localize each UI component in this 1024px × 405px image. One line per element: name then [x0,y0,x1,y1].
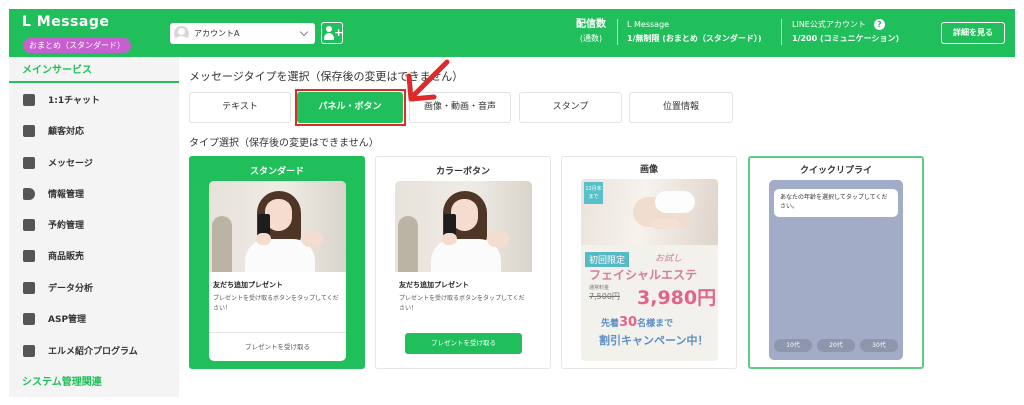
brand[interactable]: L Message おまとめ（スタンダード） [22,14,131,53]
sidebar-item-label: 1:1チャット [48,96,101,106]
preview-photo [209,181,346,272]
promo-poster: 12月末まで 初回限定 お試し フェイシャルエステ 通常料金 7,500円 3,… [581,179,718,361]
delivery-sub: (通数) [579,34,603,43]
sidebar-item-customer[interactable]: 顧客対応 [9,115,179,146]
sidebar-item-reservation[interactable]: 予約管理 [9,209,179,240]
plan-value: 1/無制限 (おまとめ（スタンダード）) [627,34,762,43]
sidebar-item-sales[interactable]: 商品販売 [9,240,179,271]
quick-reply-preview: あなたの年齢を選択してタップしてください。 10代 20代 30代 [769,180,903,360]
cart-icon [23,249,35,262]
plus-icon: + [334,26,344,39]
card-color-button[interactable]: カラーボタン 友だち追加プレゼント プレゼントを受け取るボタンをタップしてくださ… [375,156,551,369]
sidebar-item-analytics[interactable]: データ分析 [9,272,179,303]
sidebar-item-message[interactable]: メッセージ [9,147,179,178]
tab-location[interactable]: 位置情報 [629,92,733,123]
card-title: 画像 [639,165,658,175]
card-standard[interactable]: スタンダード 友だち追加プレゼント プレゼントを受け取るボタンをタップしてくださ… [189,156,365,369]
divider [617,19,618,45]
sidebar-item-chat[interactable]: 1:1チャット [9,84,179,115]
card-preview: 友だち追加プレゼント プレゼントを受け取るボタンをタップしてください！ プレゼン… [395,181,532,361]
delivery-stat: 配信数 (通数) [576,18,606,46]
highlight-box [295,89,406,126]
brand-title: L Message [22,14,110,30]
tab-stamp[interactable]: スタンプ [519,92,622,123]
sidebar-item-referral[interactable]: エルメ紹介プログラム [9,335,179,366]
chart-icon [23,281,35,294]
asp-icon [23,312,35,325]
account-name: アカウントA [194,29,240,38]
quick-reply-chip: 20代 [817,339,855,352]
quick-reply-chip: 10代 [774,339,812,352]
poster-regular-label: 通常料金 [589,285,610,291]
plan-stat: L Message 1/無制限 (おまとめ（スタンダード）) [627,18,762,46]
type-select-title: タイプ選択（保存後の変更はできません） [189,138,379,149]
chat-icon [23,93,35,106]
app-header: L Message おまとめ（スタンダード） アカウントA + 配信数 (通数)… [9,9,1015,57]
main-content: メッセージタイプを選択（保存後の変更はできません） テキスト パネル・ボタン 画… [179,57,1024,405]
line-value: 1/200 (コミュニケーション) [792,34,900,43]
preview-title: 友だち追加プレゼント [399,281,469,289]
sidebar-item-label: ASP管理 [48,315,87,325]
account-select[interactable]: アカウントA [170,23,315,44]
detail-button[interactable]: 詳細を見る [941,22,1005,44]
card-preview: 友だち追加プレゼント プレゼントを受け取るボタンをタップしてください！ プレゼン… [209,181,346,361]
plan-badge: おまとめ（スタンダード） [23,38,131,53]
card-title: スタンダード [249,167,304,177]
preview-button: プレゼントを受け取る [245,343,310,351]
poster-campaign: 割引キャンペーン中！ [599,334,709,347]
help-icon[interactable]: ? [873,19,885,30]
preview-photo [395,181,532,272]
sidebar-item-label: メッセージ [48,159,93,169]
poster-limited: 初回限定 [585,252,630,267]
card-image[interactable]: 画像 12月末まで 初回限定 お試し フェイシャルエステ 通常料金 7,500円… [561,156,737,369]
divider [781,19,782,45]
line-stat: LINE公式アカウント? 1/200 (コミュニケーション) [792,18,899,46]
card-title: カラーボタン [435,167,490,177]
preview-desc: プレゼントを受け取るボタンをタップしてください！ [399,295,525,312]
preview-title: 友だち追加プレゼント [213,281,283,289]
message-icon [23,156,35,169]
user-icon [326,26,332,32]
sidebar-item-label: 顧客対応 [48,127,85,137]
sidebar-item-asp[interactable]: ASP管理 [9,303,179,334]
chevron-down-icon [299,27,309,37]
sidebar-section-system: システム管理関連 [22,377,102,388]
sidebar-item-label: 予約管理 [48,221,85,231]
sidebar-section-main: メインサービス [9,61,179,83]
delivery-label: 配信数 [576,19,606,30]
line-label: LINE公式アカウント [792,20,866,29]
sidebar-item-info[interactable]: 情報管理 [9,178,179,209]
badge-icon [23,344,35,357]
calendar-icon [23,218,35,231]
sidebar-item-label: 情報管理 [48,190,85,200]
poster-trial: お試し [655,254,683,264]
poster-regular-price: 7,500円 [589,292,620,301]
plan-app: L Message [627,20,670,29]
card-title: クイックリプライ [799,166,872,176]
poster-price: 3,980円 [637,287,717,309]
poster-name: フェイシャルエステ [589,268,698,282]
sidebar-item-label: データ分析 [48,284,94,294]
tag-icon [23,187,35,200]
poster-tag: 12月末まで [584,182,603,204]
sidebar-item-label: 商品販売 [48,252,85,262]
add-account-button[interactable]: + [321,22,343,44]
quick-reply-chip: 30代 [860,339,898,352]
edit-icon [23,124,35,137]
preview-button: プレゼントを受け取る [405,333,522,354]
quick-reply-bubble: あなたの年齢を選択してタップしてください。 [774,189,898,217]
poster-first: 先着30名様まで [601,315,674,330]
annotation-arrow-icon [406,59,450,102]
tab-text[interactable]: テキスト [189,92,291,123]
preview-desc: プレゼントを受け取るボタンをタップしてください！ [213,295,339,312]
sidebar: メインサービス 1:1チャット 顧客対応 メッセージ 情報管理 予約管理 商品販… [9,57,179,397]
card-quick-reply[interactable]: クイックリプライ あなたの年齢を選択してタップしてください。 10代 20代 3… [748,156,924,369]
avatar-icon [174,26,189,41]
sidebar-item-label: エルメ紹介プログラム [48,347,138,357]
